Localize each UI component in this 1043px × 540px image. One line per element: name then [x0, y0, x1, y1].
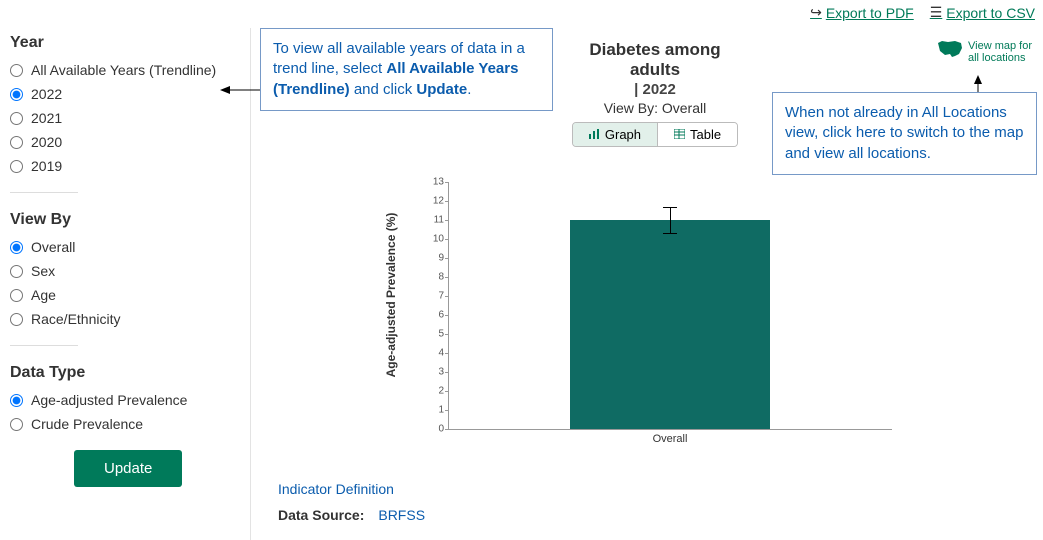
viewby-radio-overall[interactable] — [10, 241, 23, 254]
datatype-heading: Data Type — [10, 364, 240, 382]
y-tick-label: 5 — [426, 329, 444, 340]
divider — [10, 192, 78, 193]
y-tick-label: 4 — [426, 348, 444, 359]
year-radio-2019[interactable] — [10, 160, 23, 173]
graph-tab-label: Graph — [605, 127, 641, 142]
y-tick-label: 9 — [426, 253, 444, 264]
chart-bar-icon — [589, 128, 600, 142]
separator — [250, 28, 251, 540]
share-icon: ↪ — [810, 4, 822, 21]
y-axis-label: Age-adjusted Prevalence (%) — [384, 213, 398, 378]
viewby-label: Overall — [31, 239, 75, 255]
table-tab[interactable]: Table — [657, 123, 737, 146]
y-tick-label: 11 — [426, 215, 444, 226]
chart-subtitle: | 2022 — [565, 81, 745, 98]
year-option-all[interactable]: All Available Years (Trendline) — [10, 62, 240, 78]
arrow-icon — [971, 75, 985, 93]
year-radio-all[interactable] — [10, 64, 23, 77]
year-label: 2021 — [31, 110, 62, 126]
y-tick-label: 13 — [426, 177, 444, 188]
year-label: All Available Years (Trendline) — [31, 62, 216, 78]
update-button[interactable]: Update — [74, 450, 182, 487]
year-option-2022[interactable]: 2022 — [10, 86, 240, 102]
datatype-option-age-adjusted[interactable]: Age-adjusted Prevalence — [10, 392, 240, 408]
viewby-option-sex[interactable]: Sex — [10, 263, 240, 279]
view-map-label: View map for all locations — [968, 40, 1037, 64]
export-csv-label: Export to CSV — [946, 5, 1035, 21]
footer: Indicator Definition Data Source: BRFSS — [278, 481, 425, 523]
sidebar: Year All Available Years (Trendline) 202… — [10, 34, 240, 487]
viewby-radio-age[interactable] — [10, 289, 23, 302]
datatype-label: Crude Prevalence — [31, 416, 143, 432]
y-tick-label: 0 — [426, 424, 444, 435]
y-tick-label: 3 — [426, 367, 444, 378]
bar — [570, 220, 770, 429]
y-tick-label: 12 — [426, 196, 444, 207]
datatype-radio-crude[interactable] — [10, 418, 23, 431]
chart-header: Diabetes among adults | 2022 View By: Ov… — [565, 40, 745, 147]
chart-title: Diabetes among adults — [565, 40, 745, 80]
plot-area: 012345678910111213Overall — [448, 182, 892, 430]
year-radio-2021[interactable] — [10, 112, 23, 125]
year-heading: Year — [10, 34, 240, 52]
us-map-icon — [937, 40, 963, 61]
year-label: 2019 — [31, 158, 62, 174]
chart: Age-adjusted Prevalence (%) 012345678910… — [414, 182, 892, 452]
chart-viewby: View By: Overall — [565, 100, 745, 116]
divider — [10, 345, 78, 346]
callout-map: When not already in All Locations view, … — [772, 92, 1037, 175]
year-radio-2020[interactable] — [10, 136, 23, 149]
y-tick-label: 6 — [426, 310, 444, 321]
viewby-heading: View By — [10, 211, 240, 229]
y-tick-label: 7 — [426, 291, 444, 302]
export-pdf-label: Export to PDF — [826, 5, 914, 21]
spreadsheet-icon: ☰ — [930, 4, 943, 21]
year-option-2021[interactable]: 2021 — [10, 110, 240, 126]
export-pdf-link[interactable]: ↪ Export to PDF — [810, 4, 914, 21]
x-category-label: Overall — [653, 433, 688, 445]
year-label: 2020 — [31, 134, 62, 150]
y-tick-label: 2 — [426, 386, 444, 397]
callout-trendline: To view all available years of data in a… — [260, 28, 553, 111]
datatype-option-crude[interactable]: Crude Prevalence — [10, 416, 240, 432]
viewby-option-overall[interactable]: Overall — [10, 239, 240, 255]
view-toggle: Graph Table — [572, 122, 738, 147]
graph-tab[interactable]: Graph — [573, 123, 657, 146]
y-tick-label: 1 — [426, 405, 444, 416]
datatype-label: Age-adjusted Prevalence — [31, 392, 187, 408]
arrow-icon — [220, 83, 260, 97]
viewby-radio-sex[interactable] — [10, 265, 23, 278]
view-map-link[interactable]: View map for all locations — [937, 40, 1037, 64]
viewby-radio-race[interactable] — [10, 313, 23, 326]
year-radio-2022[interactable] — [10, 88, 23, 101]
data-source-link[interactable]: BRFSS — [378, 507, 425, 523]
viewby-label: Sex — [31, 263, 55, 279]
year-option-2019[interactable]: 2019 — [10, 158, 240, 174]
datatype-radio-age-adjusted[interactable] — [10, 394, 23, 407]
year-label: 2022 — [31, 86, 62, 102]
viewby-option-age[interactable]: Age — [10, 287, 240, 303]
y-tick-label: 10 — [426, 234, 444, 245]
data-source-label: Data Source: — [278, 507, 364, 523]
viewby-label: Race/Ethnicity — [31, 311, 120, 327]
viewby-option-race[interactable]: Race/Ethnicity — [10, 311, 240, 327]
viewby-label: Age — [31, 287, 56, 303]
table-tab-label: Table — [690, 127, 721, 142]
table-icon — [674, 128, 685, 142]
indicator-definition-link[interactable]: Indicator Definition — [278, 481, 425, 497]
y-tick-label: 8 — [426, 272, 444, 283]
year-option-2020[interactable]: 2020 — [10, 134, 240, 150]
export-csv-link[interactable]: ☰ Export to CSV — [930, 4, 1035, 21]
